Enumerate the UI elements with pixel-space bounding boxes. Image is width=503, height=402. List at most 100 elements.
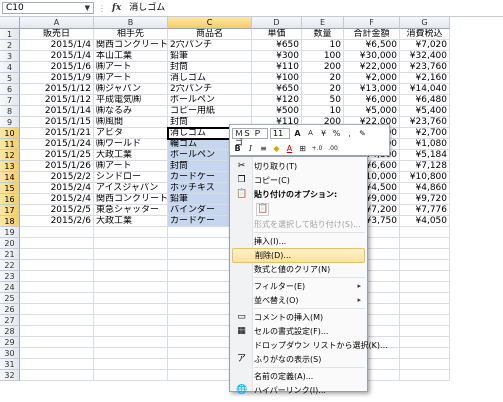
chevron-down-icon[interactable]: ▼	[85, 4, 90, 12]
table-cell[interactable]: ¥23,760	[400, 117, 450, 128]
table-cell[interactable]	[20, 359, 94, 370]
font-name-select[interactable]: ＭＳ Ｐゴ	[232, 128, 268, 147]
table-cell[interactable]: アビタ	[94, 128, 168, 139]
header-cell[interactable]: 販売日	[20, 29, 94, 40]
row-header[interactable]: 15	[0, 183, 20, 194]
table-cell[interactable]	[94, 326, 168, 337]
header-cell[interactable]: 数量	[302, 29, 344, 40]
row-header[interactable]: 1	[0, 29, 20, 40]
table-cell[interactable]	[94, 227, 168, 238]
increase-decimal-button[interactable]: +.0	[310, 143, 324, 154]
header-cell[interactable]: 相手先	[94, 29, 168, 40]
row-header[interactable]: 9	[0, 117, 20, 128]
column-header-E[interactable]: E	[302, 17, 344, 29]
table-cell[interactable]: ¥6,500	[344, 40, 400, 51]
table-cell[interactable]	[20, 260, 94, 271]
format-painter-icon[interactable]: ✎	[357, 128, 368, 139]
row-header[interactable]: 12	[0, 150, 20, 161]
table-cell[interactable]	[400, 271, 450, 282]
table-cell[interactable]	[20, 315, 94, 326]
table-cell[interactable]: ¥7,776	[400, 205, 450, 216]
table-cell[interactable]: ¥5,000	[344, 106, 400, 117]
table-cell[interactable]	[20, 370, 94, 381]
row-header[interactable]: 11	[0, 139, 20, 150]
formula-input[interactable]: 消しゴム	[127, 2, 503, 14]
table-cell[interactable]: ¥650	[252, 84, 302, 95]
table-cell[interactable]: 関西コンクリート	[94, 194, 168, 205]
insert-function-button[interactable]: fx	[112, 3, 121, 13]
row-header[interactable]: 16	[0, 194, 20, 205]
table-cell[interactable]	[94, 337, 168, 348]
header-cell[interactable]: 消費税込	[400, 29, 450, 40]
table-cell[interactable]: 2015/1/14	[20, 106, 94, 117]
table-cell[interactable]: 20	[302, 84, 344, 95]
table-cell[interactable]: ¥14,040	[400, 84, 450, 95]
table-cell[interactable]	[94, 348, 168, 359]
align-center-button[interactable]: ≡	[258, 143, 269, 154]
table-cell[interactable]: シンドロー	[94, 172, 168, 183]
row-header[interactable]: 19	[0, 227, 20, 238]
table-cell[interactable]: ¥23,760	[400, 62, 450, 73]
table-cell[interactable]	[94, 249, 168, 260]
column-header-C[interactable]: C	[168, 17, 252, 29]
table-cell[interactable]: ㈱アート	[94, 62, 168, 73]
table-cell[interactable]	[20, 304, 94, 315]
table-cell[interactable]	[400, 238, 450, 249]
table-cell[interactable]: ボールペン	[168, 95, 252, 106]
table-cell[interactable]	[94, 260, 168, 271]
menu-item-clear[interactable]: 数式と値のクリア(N)	[232, 262, 365, 277]
table-cell[interactable]: 2015/1/4	[20, 40, 94, 51]
table-cell[interactable]: ¥32,400	[400, 51, 450, 62]
table-cell[interactable]	[20, 348, 94, 359]
table-cell[interactable]	[400, 337, 450, 348]
row-header[interactable]: 10	[0, 128, 20, 139]
header-cell[interactable]: 商品名	[168, 29, 252, 40]
table-cell[interactable]: ¥6,000	[344, 95, 400, 106]
table-cell[interactable]: ¥650	[252, 40, 302, 51]
table-cell[interactable]: 平成電気㈱	[94, 95, 168, 106]
menu-item-define-name[interactable]: 名前の定義(A)...	[232, 369, 365, 384]
table-cell[interactable]: 2015/1/25	[20, 150, 94, 161]
fill-color-button[interactable]: ◆	[271, 143, 282, 154]
row-header[interactable]: 21	[0, 249, 20, 260]
row-header[interactable]: 6	[0, 84, 20, 95]
table-cell[interactable]: ㈱アート	[94, 161, 168, 172]
row-header[interactable]: 3	[0, 51, 20, 62]
row-header[interactable]: 22	[0, 260, 20, 271]
menu-item-comment[interactable]: ▭ コメントの挿入(M)	[232, 310, 365, 325]
table-cell[interactable]	[400, 359, 450, 370]
table-cell[interactable]: 関西コンクリート	[94, 40, 168, 51]
table-cell[interactable]	[400, 260, 450, 271]
table-cell[interactable]	[400, 249, 450, 260]
column-header-F[interactable]: F	[344, 17, 400, 29]
grow-font-button[interactable]: A	[292, 128, 303, 139]
decrease-decimal-button[interactable]: .00	[326, 143, 340, 154]
row-header[interactable]: 30	[0, 348, 20, 359]
table-cell[interactable]	[20, 238, 94, 249]
table-cell[interactable]	[94, 293, 168, 304]
table-cell[interactable]	[400, 227, 450, 238]
table-cell[interactable]: 2015/1/21	[20, 128, 94, 139]
table-cell[interactable]: ¥2,000	[344, 73, 400, 84]
table-cell[interactable]: 2015/2/5	[20, 205, 94, 216]
table-cell[interactable]	[94, 315, 168, 326]
row-header[interactable]: 8	[0, 106, 20, 117]
row-header[interactable]: 27	[0, 315, 20, 326]
table-cell[interactable]: ¥100	[252, 73, 302, 84]
row-header[interactable]: 17	[0, 205, 20, 216]
menu-item-paste-icon-row[interactable]: 📋	[232, 201, 365, 216]
menu-item-cut[interactable]: ✂ 切り取り(T)	[232, 159, 365, 174]
table-cell[interactable]: ¥5,184	[400, 150, 450, 161]
table-cell[interactable]: 2015/2/2	[20, 172, 94, 183]
table-cell[interactable]: ¥1,080	[400, 139, 450, 150]
percent-button[interactable]: %	[331, 128, 342, 139]
font-size-select[interactable]: 11	[270, 128, 290, 139]
table-cell[interactable]: ¥500	[252, 106, 302, 117]
menu-item-filter[interactable]: フィルター(E) ▸	[232, 279, 365, 294]
borders-button[interactable]: ⊞	[297, 143, 308, 154]
drag-handle-icon[interactable]: ⋮	[98, 4, 106, 13]
column-header-D[interactable]: D	[252, 17, 302, 29]
table-cell[interactable]: ¥10,800	[400, 172, 450, 183]
table-cell[interactable]: アイスジャパン	[94, 183, 168, 194]
table-cell[interactable]	[94, 238, 168, 249]
